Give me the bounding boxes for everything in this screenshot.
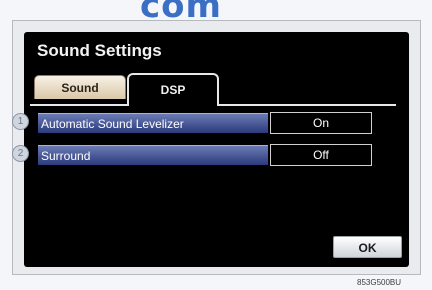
automatic-sound-levelizer-button[interactable]: Automatic Sound Levelizer bbox=[38, 113, 268, 133]
tab-dsp[interactable]: DSP bbox=[127, 73, 219, 106]
tab-divider-right bbox=[217, 104, 396, 106]
surround-button[interactable]: Surround bbox=[38, 145, 268, 165]
tab-divider-left bbox=[30, 104, 129, 106]
page-title: Sound Settings bbox=[37, 41, 162, 60]
tab-sound[interactable]: Sound bbox=[34, 75, 126, 99]
automatic-sound-levelizer-value-button[interactable]: On bbox=[270, 112, 372, 134]
callout-number-2: 2 bbox=[12, 145, 29, 162]
callout-number-1: 1 bbox=[12, 113, 29, 130]
ok-button[interactable]: OK bbox=[333, 236, 402, 258]
surround-value-button[interactable]: Off bbox=[270, 144, 372, 166]
image-code: 853G500BU bbox=[357, 278, 402, 287]
